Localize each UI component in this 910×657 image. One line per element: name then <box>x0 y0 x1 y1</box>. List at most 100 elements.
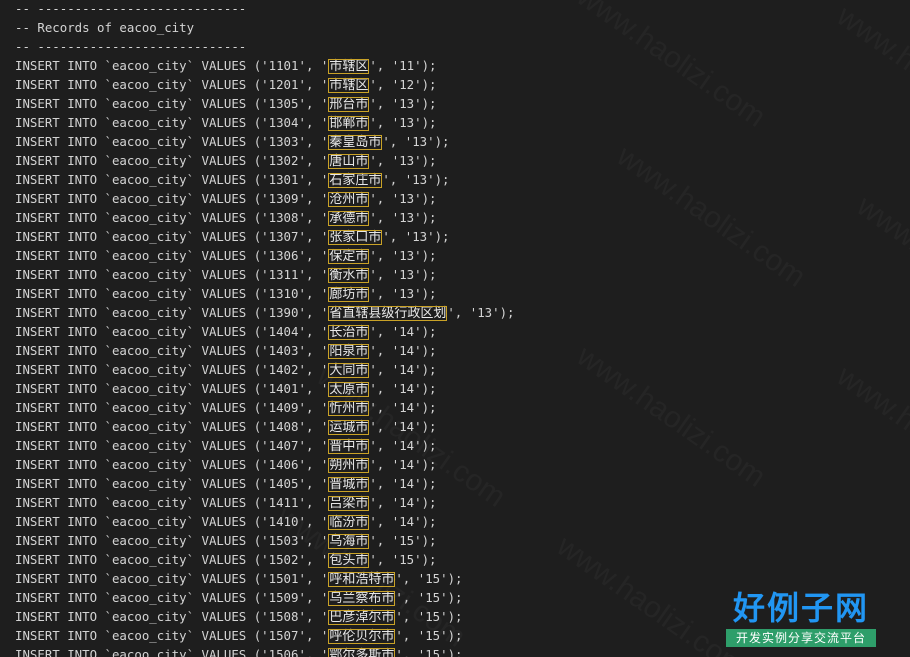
city-id: 1509 <box>268 590 299 605</box>
sql-insert-line: INSERT INTO `eacoo_city` VALUES ('1308',… <box>15 208 910 227</box>
sql-suffix: '); <box>414 343 437 358</box>
sql-separator: ', ' <box>369 343 400 358</box>
city-id: 1390 <box>268 305 299 320</box>
sql-separator: ', ' <box>298 229 329 244</box>
city-name-highlight: 大同市 <box>328 363 370 378</box>
sql-suffix: '); <box>414 533 437 548</box>
sql-separator: ', ' <box>369 438 400 453</box>
city-name-highlight: 省直辖县级行政区划 <box>328 306 448 321</box>
sql-prefix: INSERT INTO `eacoo_city` VALUES (' <box>15 324 269 339</box>
city-name-highlight: 唐山市 <box>328 154 370 169</box>
province-id: 15 <box>425 647 441 657</box>
province-id: 14 <box>399 343 415 358</box>
sql-suffix: '); <box>427 172 450 187</box>
city-name-highlight: 沧州市 <box>328 192 370 207</box>
province-id: 14 <box>399 381 415 396</box>
sql-suffix: '); <box>414 495 437 510</box>
sql-insert-line: INSERT INTO `eacoo_city` VALUES ('1407',… <box>15 436 910 455</box>
sql-prefix: INSERT INTO `eacoo_city` VALUES (' <box>15 495 269 510</box>
sql-prefix: INSERT INTO `eacoo_city` VALUES (' <box>15 77 269 92</box>
city-id: 1303 <box>268 134 299 149</box>
city-id: 1301 <box>268 172 299 187</box>
sql-separator: ', ' <box>298 419 329 434</box>
sql-separator: ', ' <box>298 343 329 358</box>
city-name-highlight: 呼伦贝尔市 <box>328 629 396 644</box>
sql-separator: ', ' <box>298 172 329 187</box>
sql-separator: ', ' <box>298 647 329 657</box>
city-name-highlight: 阳泉市 <box>328 344 370 359</box>
sql-prefix: INSERT INTO `eacoo_city` VALUES (' <box>15 381 269 396</box>
city-name-highlight: 临汾市 <box>328 515 370 530</box>
city-id: 1508 <box>268 609 299 624</box>
province-id: 14 <box>399 457 415 472</box>
sql-separator: ', ' <box>298 77 329 92</box>
sql-prefix: INSERT INTO `eacoo_city` VALUES (' <box>15 210 269 225</box>
sql-suffix: '); <box>414 267 437 282</box>
city-name-highlight: 晋中市 <box>328 439 370 454</box>
province-id: 13 <box>412 134 428 149</box>
city-name-highlight: 乌兰察布市 <box>328 591 396 606</box>
city-name-highlight: 长治市 <box>328 325 370 340</box>
city-id: 1403 <box>268 343 299 358</box>
sql-separator: ', ' <box>298 210 329 225</box>
sql-suffix: '); <box>440 628 463 643</box>
sql-insert-line: INSERT INTO `eacoo_city` VALUES ('1411',… <box>15 493 910 512</box>
city-id: 1101 <box>268 58 299 73</box>
sql-separator: ', ' <box>395 590 426 605</box>
sql-prefix: INSERT INTO `eacoo_city` VALUES (' <box>15 419 269 434</box>
city-name-highlight: 太原市 <box>328 382 370 397</box>
logo-title: 好例子网 <box>732 589 869 627</box>
sql-insert-line: INSERT INTO `eacoo_city` VALUES ('1501',… <box>15 569 910 588</box>
sql-suffix: '); <box>440 571 463 586</box>
sql-prefix: INSERT INTO `eacoo_city` VALUES (' <box>15 286 269 301</box>
sql-separator: ', ' <box>382 229 413 244</box>
sql-separator: ', ' <box>369 248 400 263</box>
city-id: 1404 <box>268 324 299 339</box>
sql-suffix: '); <box>440 590 463 605</box>
code-lines: -- ---------------------------- -- Recor… <box>15 0 910 657</box>
sql-separator: ', ' <box>298 590 329 605</box>
sql-separator: ', ' <box>369 362 400 377</box>
province-id: 13 <box>399 115 415 130</box>
sql-separator: ', ' <box>298 476 329 491</box>
comment-line: -- ---------------------------- <box>15 1 247 16</box>
sql-insert-line: INSERT INTO `eacoo_city` VALUES ('1503',… <box>15 531 910 550</box>
province-id: 13 <box>399 210 415 225</box>
sql-prefix: INSERT INTO `eacoo_city` VALUES (' <box>15 571 269 586</box>
city-id: 1409 <box>268 400 299 415</box>
sql-prefix: INSERT INTO `eacoo_city` VALUES (' <box>15 153 269 168</box>
sql-prefix: INSERT INTO `eacoo_city` VALUES (' <box>15 400 269 415</box>
city-id: 1502 <box>268 552 299 567</box>
sql-separator: ', ' <box>298 134 329 149</box>
city-id: 1411 <box>268 495 299 510</box>
province-id: 14 <box>399 400 415 415</box>
city-name-highlight: 乌海市 <box>328 534 370 549</box>
sql-separator: ', ' <box>298 381 329 396</box>
province-id: 12 <box>399 77 415 92</box>
sql-separator: ', ' <box>369 286 400 301</box>
sql-insert-line: INSERT INTO `eacoo_city` VALUES ('1405',… <box>15 474 910 493</box>
sql-insert-line: INSERT INTO `eacoo_city` VALUES ('1404',… <box>15 322 910 341</box>
city-id: 1308 <box>268 210 299 225</box>
sql-separator: ', ' <box>298 552 329 567</box>
code-editor[interactable]: -- ---------------------------- -- Recor… <box>0 0 910 657</box>
city-name-highlight: 保定市 <box>328 249 370 264</box>
sql-separator: ', ' <box>369 191 400 206</box>
province-id: 14 <box>399 514 415 529</box>
sql-separator: ', ' <box>369 457 400 472</box>
city-id: 1407 <box>268 438 299 453</box>
sql-separator: ', ' <box>395 609 426 624</box>
sql-prefix: INSERT INTO `eacoo_city` VALUES (' <box>15 362 269 377</box>
sql-separator: ', ' <box>298 191 329 206</box>
sql-prefix: INSERT INTO `eacoo_city` VALUES (' <box>15 457 269 472</box>
province-id: 15 <box>425 571 441 586</box>
city-name-highlight: 邯郸市 <box>328 116 370 131</box>
province-id: 13 <box>399 153 415 168</box>
sql-prefix: INSERT INTO `eacoo_city` VALUES (' <box>15 267 269 282</box>
province-id: 13 <box>399 286 415 301</box>
sql-separator: ', ' <box>395 571 426 586</box>
sql-insert-line: INSERT INTO `eacoo_city` VALUES ('1402',… <box>15 360 910 379</box>
sql-suffix: '); <box>414 115 437 130</box>
sql-prefix: INSERT INTO `eacoo_city` VALUES (' <box>15 248 269 263</box>
sql-prefix: INSERT INTO `eacoo_city` VALUES (' <box>15 191 269 206</box>
